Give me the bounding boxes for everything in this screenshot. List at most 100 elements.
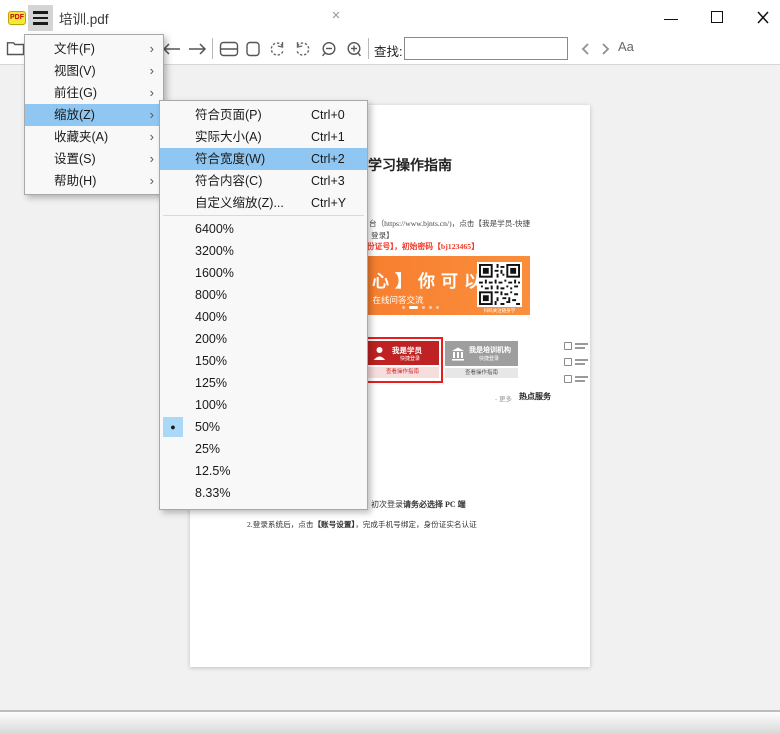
submenu-item-actual-size[interactable]: 实际大小(A)Ctrl+1 bbox=[160, 126, 367, 148]
facing-pages-button[interactable] bbox=[218, 38, 240, 60]
zoom-submenu: 符合页面(P)Ctrl+0 实际大小(A)Ctrl+1 符合宽度(W)Ctrl+… bbox=[159, 100, 368, 510]
rotate-left-icon bbox=[268, 41, 286, 57]
selected-zoom-bullet-icon: ● bbox=[163, 417, 183, 437]
submenu-arrow-icon: › bbox=[150, 148, 154, 170]
zoom-out-icon bbox=[320, 41, 338, 58]
rotate-right-icon bbox=[294, 41, 312, 57]
title-bar[interactable]: PDF 培训.pdf × bbox=[0, 0, 780, 32]
chevron-left-icon bbox=[580, 42, 590, 56]
submenu-item-fit-page[interactable]: 符合页面(P)Ctrl+0 bbox=[160, 104, 367, 126]
menu-item-view[interactable]: 视图(V)› bbox=[25, 60, 163, 82]
pdf-app-icon: PDF bbox=[8, 11, 26, 25]
doc-body-line: 登录】 bbox=[371, 230, 394, 241]
submenu-arrow-icon: › bbox=[150, 126, 154, 148]
zoom-level-150[interactable]: 150% bbox=[160, 350, 367, 372]
carousel-dots bbox=[402, 306, 439, 309]
banner-headline: 心】你可以 bbox=[372, 267, 487, 292]
minimize-icon bbox=[664, 19, 678, 20]
banner-subline: ，在线问答交流 bbox=[364, 294, 424, 306]
submenu-arrow-icon: › bbox=[150, 60, 154, 82]
submenu-item-custom-zoom[interactable]: 自定义缩放(Z)...Ctrl+Y bbox=[160, 192, 367, 214]
doc-title: 学习操作指南 bbox=[368, 155, 452, 175]
zoom-level-125[interactable]: 125% bbox=[160, 372, 367, 394]
window-bottom-strip bbox=[0, 712, 780, 734]
find-next-button[interactable] bbox=[595, 38, 617, 60]
shortcut-label: Ctrl+Y bbox=[311, 192, 346, 214]
zoom-in-icon bbox=[345, 41, 363, 58]
quick-link-icon bbox=[564, 358, 572, 366]
open-file-button[interactable] bbox=[4, 38, 26, 60]
doc-more-label: - 更多 bbox=[495, 393, 512, 403]
main-menu: 文件(F)› 视图(V)› 前往(G)› 缩放(Z)› 收藏夹(A)› 设置(S… bbox=[24, 34, 164, 195]
single-page-button[interactable] bbox=[242, 38, 264, 60]
submenu-arrow-icon: › bbox=[150, 38, 154, 60]
card-subtitle: 快捷登录 bbox=[479, 355, 499, 362]
card-subtitle: 快捷登录 bbox=[400, 355, 420, 362]
quick-link-item bbox=[564, 357, 590, 370]
menu-item-goto[interactable]: 前往(G)› bbox=[25, 82, 163, 104]
submenu-arrow-icon: › bbox=[150, 82, 154, 104]
zoom-level-12-5[interactable]: 12.5% bbox=[160, 460, 367, 482]
zoom-level-6400[interactable]: 6400% bbox=[160, 218, 367, 240]
zoom-level-200[interactable]: 200% bbox=[160, 328, 367, 350]
match-case-button[interactable]: Aa bbox=[618, 39, 634, 54]
tab-title[interactable]: 培训.pdf bbox=[59, 8, 109, 28]
submenu-item-fit-content[interactable]: 符合内容(C)Ctrl+3 bbox=[160, 170, 367, 192]
close-button[interactable] bbox=[748, 4, 778, 30]
student-guide-link: 查看操作指南 bbox=[366, 367, 439, 378]
zoom-level-100[interactable]: 100% bbox=[160, 394, 367, 416]
shortcut-label: Ctrl+0 bbox=[311, 104, 345, 126]
zoom-level-800[interactable]: 800% bbox=[160, 284, 367, 306]
menu-item-settings[interactable]: 设置(S)› bbox=[25, 148, 163, 170]
quick-link-icon bbox=[564, 375, 572, 383]
org-login-card: 我是培训机构 快捷登录 bbox=[445, 341, 518, 366]
quick-link-item bbox=[564, 374, 590, 387]
arrow-right-icon bbox=[188, 42, 208, 56]
zoom-level-1600[interactable]: 1600% bbox=[160, 262, 367, 284]
find-label: 查找: bbox=[374, 41, 402, 60]
quick-link-item bbox=[564, 341, 590, 354]
rotate-left-button[interactable] bbox=[266, 38, 288, 60]
zoom-level-3200[interactable]: 3200% bbox=[160, 240, 367, 262]
minimize-button[interactable] bbox=[656, 4, 686, 30]
menu-separator bbox=[163, 215, 364, 216]
zoom-level-50-selected[interactable]: ●50% bbox=[160, 416, 367, 438]
menu-item-help[interactable]: 帮助(H)› bbox=[25, 170, 163, 192]
rotate-right-button[interactable] bbox=[292, 38, 314, 60]
quick-link-icon bbox=[564, 342, 572, 350]
shortcut-label: Ctrl+1 bbox=[311, 126, 345, 148]
card-title: 我是培训机构 bbox=[469, 345, 511, 355]
submenu-arrow-icon: › bbox=[150, 170, 154, 192]
tab-close-icon[interactable]: × bbox=[327, 6, 345, 26]
doc-note-step2: 2.登录系统后，点击【账号设置】，完成手机号绑定，身份证实名认证 bbox=[247, 519, 477, 530]
toolbar-separator bbox=[368, 38, 369, 59]
hamburger-menu-button[interactable] bbox=[28, 5, 53, 31]
maximize-icon bbox=[711, 11, 723, 23]
shortcut-label: Ctrl+2 bbox=[311, 148, 345, 170]
find-input[interactable] bbox=[404, 37, 568, 60]
building-icon bbox=[451, 347, 465, 361]
find-previous-button[interactable] bbox=[574, 38, 596, 60]
student-login-card: 我是学员 快捷登录 bbox=[366, 341, 439, 365]
menu-item-zoom[interactable]: 缩放(Z)› bbox=[25, 104, 163, 126]
zoom-level-400[interactable]: 400% bbox=[160, 306, 367, 328]
zoom-level-25[interactable]: 25% bbox=[160, 438, 367, 460]
close-icon bbox=[748, 4, 778, 30]
facing-pages-icon bbox=[219, 41, 239, 57]
menu-item-file[interactable]: 文件(F)› bbox=[25, 38, 163, 60]
qr-caption: 扫码关注随身学 bbox=[477, 308, 522, 314]
maximize-button[interactable] bbox=[702, 4, 732, 30]
doc-hot-services-label: 热点服务 bbox=[519, 391, 551, 402]
zoom-in-button[interactable] bbox=[343, 38, 365, 60]
zoom-out-button[interactable] bbox=[318, 38, 340, 60]
arrow-left-icon bbox=[161, 42, 181, 56]
zoom-level-8-33[interactable]: 8.33% bbox=[160, 482, 367, 504]
page-forward-button[interactable] bbox=[187, 38, 209, 60]
doc-body-line: 台（https://www.bjnts.cn/)，点击【我是学员-快捷 bbox=[369, 218, 530, 229]
menu-item-favorites[interactable]: 收藏夹(A)› bbox=[25, 126, 163, 148]
submenu-item-fit-width[interactable]: 符合宽度(W)Ctrl+2 bbox=[160, 148, 367, 170]
doc-note-pc: 初次登录请务必选择 PC 端 bbox=[371, 499, 466, 510]
hamburger-icon bbox=[33, 11, 48, 14]
doc-password-note: 身份证号】，初始密码【bj123465】 bbox=[359, 241, 479, 252]
person-icon bbox=[373, 346, 386, 361]
